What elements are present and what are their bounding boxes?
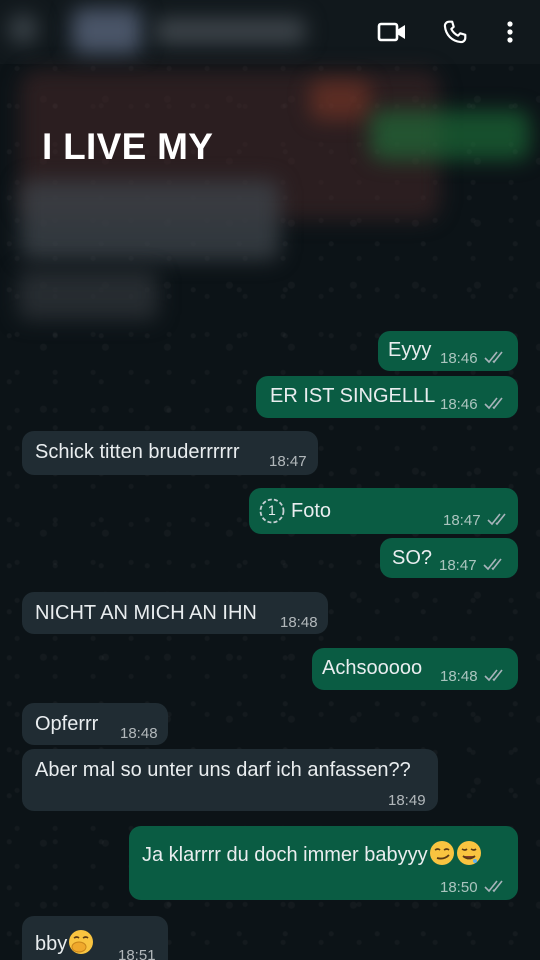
double-check-icon (484, 669, 503, 682)
more-options-button[interactable] (492, 14, 528, 50)
outgoing-message[interactable]: Ja klarrrr du doch immer babyyy 18:50 (129, 826, 518, 900)
chat-header (0, 0, 540, 64)
message-time: 18:48 (120, 725, 158, 742)
message-text: SO? (392, 547, 433, 569)
back-button-blurred[interactable] (8, 14, 38, 44)
message-time: 18:46 (440, 396, 478, 413)
message-text: ER IST SINGELLL (270, 385, 436, 407)
message-text: bby (35, 929, 94, 956)
chat-screen: I LIVE MY Eyyy 18:46 ER IST SINGELLL 18:… (0, 0, 540, 960)
blurred-message (370, 110, 530, 160)
incoming-message[interactable]: Schick titten bruderrrrrr 18:47 (22, 431, 318, 475)
message-time: 18:48 (280, 614, 318, 631)
overlay-caption: I LIVE MY (42, 126, 214, 167)
smirking-face-emoji (429, 841, 454, 865)
message-text: Foto (291, 500, 332, 522)
more-vertical-icon (507, 21, 513, 43)
incoming-message[interactable]: Aber mal so unter uns darf ich anfassen?… (22, 749, 438, 811)
message-time: 18:48 (440, 668, 478, 685)
incoming-message[interactable]: NICHT AN MICH AN IHN 18:48 (22, 592, 328, 634)
message-text: Achsooooo (322, 657, 423, 679)
message-text: NICHT AN MICH AN IHN (35, 602, 257, 624)
incoming-message[interactable]: bby 18:51 (22, 916, 168, 960)
view-once-count: 1 (268, 502, 276, 518)
outgoing-message[interactable]: Eyyy 18:46 (378, 331, 518, 371)
voice-call-button[interactable] (437, 14, 473, 50)
message-text: Schick titten bruderrrrrr (35, 441, 240, 463)
drooling-face-emoji (456, 841, 481, 865)
video-call-button[interactable] (374, 14, 410, 50)
message-time: 18:46 (440, 350, 478, 367)
message-time: 18:47 (269, 453, 307, 470)
message-time: 18:51 (118, 947, 156, 960)
message-time: 18:47 (439, 557, 477, 574)
face-with-hand-over-mouth-emoji (69, 930, 94, 954)
message-text: Opferrr (35, 713, 99, 735)
video-call-icon (377, 22, 405, 42)
outgoing-message[interactable]: SO? 18:47 (380, 538, 518, 578)
outgoing-message[interactable]: ER IST SINGELLL 18:46 (256, 376, 518, 418)
double-check-icon (484, 397, 503, 410)
double-check-icon (484, 351, 503, 364)
double-check-icon (484, 880, 503, 893)
outgoing-message[interactable]: Achsooooo 18:48 (312, 648, 518, 690)
message-time: 18:49 (388, 792, 426, 809)
message-text: Aber mal so unter uns darf ich anfassen?… (35, 759, 411, 781)
message-text: Eyyy (388, 339, 432, 361)
message-text: Ja klarrrr du doch immer babyyy (142, 840, 482, 867)
message-time: 18:47 (443, 512, 481, 529)
contact-name-blurred[interactable] (155, 18, 305, 44)
phone-icon (443, 20, 467, 44)
contact-avatar-blurred[interactable] (72, 8, 142, 54)
double-check-icon (487, 513, 506, 526)
message-text-body: bby (35, 933, 68, 955)
message-text-body: Ja klarrrr du doch immer babyyy (142, 844, 428, 866)
blurred-message (18, 270, 158, 320)
outgoing-media-message[interactable]: 1 Foto 18:47 (249, 488, 518, 534)
blurred-message (20, 180, 280, 260)
blurred-message (310, 80, 370, 120)
incoming-message[interactable]: Opferrr 18:48 (22, 703, 168, 745)
double-check-icon (483, 558, 502, 571)
message-time: 18:50 (440, 879, 478, 896)
